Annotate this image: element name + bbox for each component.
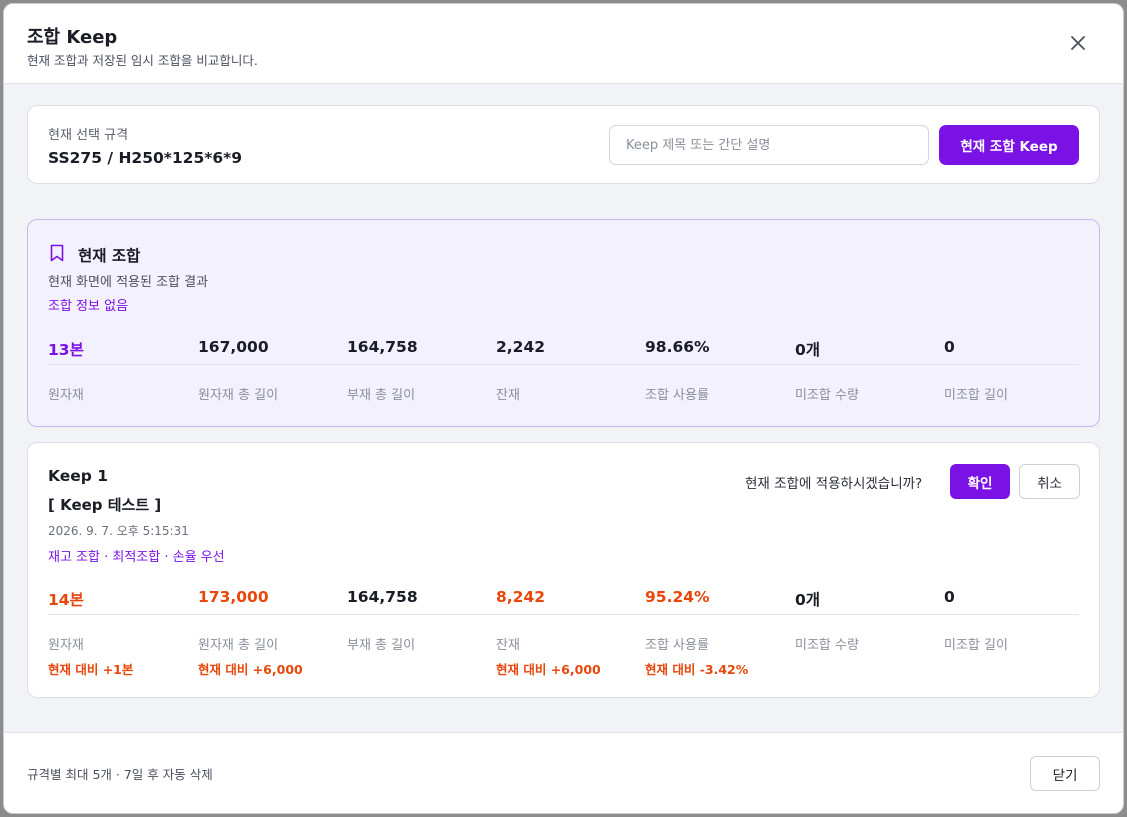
- apply-question: 현재 조합에 적용하시겠습니까?: [745, 476, 923, 492]
- close-button[interactable]: 닫기: [1030, 756, 1100, 791]
- stat-label: 원자재: [48, 388, 84, 403]
- current-title: 현재 조합: [78, 247, 141, 265]
- stat-delta: 현재 대비 +6,000: [198, 662, 303, 677]
- stat-label: 원자재: [48, 638, 84, 653]
- stat-value: 2,242: [496, 338, 546, 356]
- dialog-title: 조합 Keep: [27, 27, 118, 48]
- stat-value: 14본: [48, 591, 84, 609]
- keep-title-input[interactable]: [609, 125, 929, 165]
- footer-note: 규격별 최대 5개 · 7일 후 자동 삭제: [27, 767, 213, 782]
- dialog-subtitle: 현재 조합과 저장된 임시 조합을 비교합니다.: [27, 53, 258, 68]
- stat-value: 167,000: [198, 338, 269, 356]
- stat-label: 미조합 길이: [944, 388, 1008, 403]
- close-icon[interactable]: [1066, 31, 1090, 55]
- stat-value: 0개: [795, 341, 821, 359]
- stat-value: 173,000: [198, 588, 269, 606]
- keep-tags: 재고 조합 · 최적조합 · 손율 우선: [48, 550, 225, 565]
- stat-value: 0: [944, 588, 955, 606]
- confirm-button[interactable]: 확인: [950, 464, 1010, 499]
- current-info: 조합 정보 없음: [48, 299, 129, 314]
- stat-raw-material: 14본 원자재 현재 대비 +1본: [48, 588, 198, 677]
- dialog-header: 조합 Keep 현재 조합과 저장된 임시 조합을 비교합니다.: [4, 4, 1123, 84]
- current-description: 현재 화면에 적용된 조합 결과: [48, 275, 209, 290]
- stat-delta: 현재 대비 +6,000: [496, 662, 601, 677]
- stat-label: 부재 총 길이: [347, 388, 416, 403]
- bookmark-icon: [50, 244, 64, 262]
- stat-label: 원자재 총 길이: [198, 638, 279, 653]
- keep-date: 2026. 9. 7. 오후 5:15:31: [48, 524, 189, 538]
- keep-current-button[interactable]: 현재 조합 Keep: [939, 125, 1079, 165]
- stat-value: 13본: [48, 341, 84, 359]
- stat-raw-total-length: 167,000 원자재 총 길이: [198, 338, 348, 403]
- stat-unassigned-count: 0개 미조합 수량: [795, 588, 945, 653]
- spec-value: SS275 / H250*125*6*9: [48, 149, 243, 167]
- stat-value: 164,758: [347, 338, 418, 356]
- spec-label: 현재 선택 규격: [48, 128, 129, 143]
- spec-card: 현재 선택 규격 SS275 / H250*125*6*9 현재 조합 Keep: [27, 105, 1100, 184]
- stat-usage-rate: 95.24% 조합 사용률 현재 대비 -3.42%: [645, 588, 795, 677]
- stat-value: 98.66%: [645, 338, 710, 356]
- stat-value: 8,242: [496, 588, 546, 606]
- stat-unassigned-length: 0 미조합 길이: [944, 588, 1094, 653]
- stat-remnant: 8,242 잔재 현재 대비 +6,000: [496, 588, 646, 677]
- stat-label: 원자재 총 길이: [198, 388, 279, 403]
- stat-value: 95.24%: [645, 588, 710, 606]
- stat-raw-material: 13본 원자재: [48, 338, 198, 403]
- stat-label: 미조합 수량: [795, 388, 859, 403]
- stat-part-total-length: 164,758 부재 총 길이: [347, 588, 497, 653]
- stat-unassigned-count: 0개 미조합 수량: [795, 338, 945, 403]
- stat-label: 잔재: [496, 388, 520, 403]
- stat-label: 조합 사용률: [645, 388, 709, 403]
- keep-dialog: 조합 Keep 현재 조합과 저장된 임시 조합을 비교합니다. 현재 선택 규…: [3, 3, 1124, 814]
- current-combination-card: 현재 조합 현재 화면에 적용된 조합 결과 조합 정보 없음 13본 원자재 …: [27, 219, 1100, 427]
- stat-value: 164,758: [347, 588, 418, 606]
- keep-name: [ Keep 테스트 ]: [48, 496, 162, 514]
- stat-label: 조합 사용률: [645, 638, 709, 653]
- stat-raw-total-length: 173,000 원자재 총 길이 현재 대비 +6,000: [198, 588, 348, 677]
- keep-card: Keep 1 [ Keep 테스트 ] 2026. 9. 7. 오후 5:15:…: [27, 442, 1100, 698]
- stat-part-total-length: 164,758 부재 총 길이: [347, 338, 497, 403]
- stat-value: 0개: [795, 591, 821, 609]
- cancel-button[interactable]: 취소: [1019, 464, 1080, 499]
- dialog-footer: 규격별 최대 5개 · 7일 후 자동 삭제 닫기: [4, 732, 1123, 813]
- stat-label: 부재 총 길이: [347, 638, 416, 653]
- stat-delta: 현재 대비 +1본: [48, 662, 134, 677]
- stat-usage-rate: 98.66% 조합 사용률: [645, 338, 795, 403]
- stat-label: 미조합 수량: [795, 638, 859, 653]
- stats-divider: [48, 364, 1079, 365]
- stats-divider: [48, 614, 1079, 615]
- stat-unassigned-length: 0 미조합 길이: [944, 338, 1094, 403]
- stat-label: 미조합 길이: [944, 638, 1008, 653]
- stat-remnant: 2,242 잔재: [496, 338, 646, 403]
- keep-title: Keep 1: [48, 467, 109, 485]
- stat-delta: 현재 대비 -3.42%: [645, 662, 749, 677]
- stat-value: 0: [944, 338, 955, 356]
- stat-label: 잔재: [496, 638, 520, 653]
